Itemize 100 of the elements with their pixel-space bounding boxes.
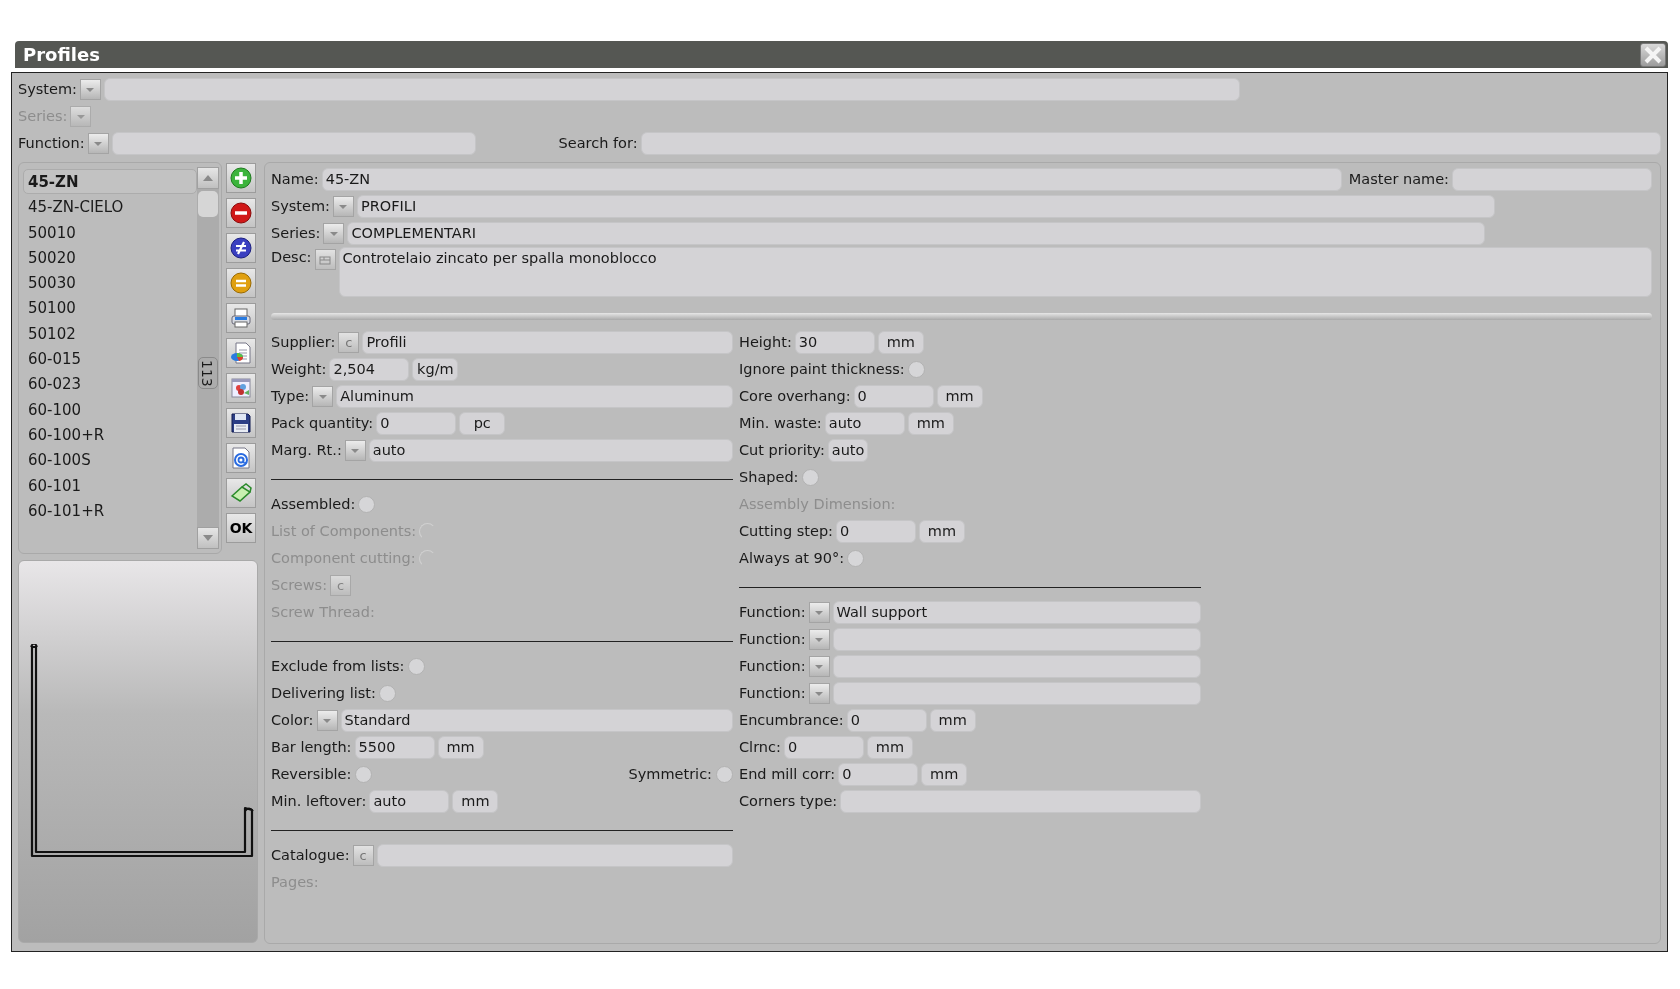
input-field[interactable]: 0 xyxy=(846,709,927,732)
remove-button[interactable] xyxy=(226,198,256,228)
field-label: Marg. Rt.: xyxy=(271,440,342,460)
list-item[interactable]: 60-101+R xyxy=(23,497,197,524)
input-field[interactable]: Standard xyxy=(340,709,733,732)
unit-label: mm xyxy=(929,709,976,732)
dropdown-button[interactable] xyxy=(808,602,830,623)
equal-button[interactable] xyxy=(226,268,256,298)
input-field[interactable] xyxy=(376,844,733,867)
description-field[interactable]: Controtelaio zincato per spalla monoblocco xyxy=(338,247,1652,297)
list-item[interactable]: 50020 xyxy=(23,244,197,271)
series-field[interactable]: COMPLEMENTARI xyxy=(347,222,1485,245)
list-item[interactable]: 60-101 xyxy=(23,472,197,498)
caret-icon xyxy=(76,113,86,120)
not-equal-button[interactable] xyxy=(226,233,256,263)
dropdown-button[interactable] xyxy=(808,683,830,704)
ok-button[interactable]: OK xyxy=(226,513,256,543)
input-field[interactable]: 0 xyxy=(376,412,457,435)
radio-button[interactable] xyxy=(407,658,425,675)
input-field[interactable]: 2,504 xyxy=(329,358,410,381)
input-field[interactable]: Wall support xyxy=(832,601,1201,624)
notes-button[interactable] xyxy=(314,249,336,270)
add-icon xyxy=(230,167,252,189)
radio-button[interactable] xyxy=(847,550,865,567)
dropdown-button[interactable] xyxy=(332,196,354,217)
input-field[interactable]: 0 xyxy=(853,385,934,408)
dropdown-button[interactable] xyxy=(70,106,92,127)
input-field[interactable]: Profili xyxy=(362,331,733,354)
master-name-field[interactable] xyxy=(1452,168,1652,191)
dropdown-button[interactable] xyxy=(808,629,830,650)
scroll-down-button[interactable] xyxy=(197,527,219,549)
list-item[interactable]: 60-023 xyxy=(23,371,197,397)
list-item[interactable]: 60-100+R xyxy=(23,421,197,448)
print-button[interactable] xyxy=(226,303,256,333)
system-field[interactable] xyxy=(103,78,1240,101)
mail-button[interactable] xyxy=(226,443,256,473)
radio-button[interactable] xyxy=(358,496,376,513)
field-label: End mill corr: xyxy=(739,764,836,784)
function-field[interactable] xyxy=(111,132,476,155)
caret-icon xyxy=(814,690,825,697)
remove-icon xyxy=(230,202,252,224)
caret-icon xyxy=(322,717,332,724)
dropdown-button[interactable] xyxy=(323,223,345,244)
field-label: System: xyxy=(271,196,330,216)
radio-button[interactable] xyxy=(355,766,373,783)
scroll-thumb[interactable] xyxy=(198,191,218,217)
preview-button[interactable] xyxy=(226,373,256,403)
edit-button[interactable] xyxy=(226,478,256,508)
dropdown-button[interactable] xyxy=(87,133,109,154)
unit-label: mm xyxy=(452,790,499,813)
save-button[interactable] xyxy=(226,408,256,438)
list-item[interactable]: 60-100 xyxy=(23,396,197,422)
dropdown-button[interactable] xyxy=(79,79,101,100)
radio-button[interactable] xyxy=(716,766,733,783)
field-label: Corners type: xyxy=(739,791,838,811)
search-field[interactable] xyxy=(640,132,1661,155)
input-field[interactable] xyxy=(840,790,1201,813)
input-field[interactable] xyxy=(832,655,1201,678)
input-field[interactable] xyxy=(832,628,1201,651)
input-field[interactable]: auto xyxy=(368,439,733,462)
document-image-icon xyxy=(230,377,252,399)
input-field[interactable]: auto xyxy=(369,790,450,813)
input-field[interactable]: auto xyxy=(824,412,905,435)
add-button[interactable] xyxy=(226,163,256,193)
field-label: Desc: xyxy=(271,248,312,267)
radio-button[interactable] xyxy=(378,685,396,702)
caret-icon xyxy=(329,230,339,237)
list-item[interactable]: 45-ZN xyxy=(23,169,197,195)
report-button[interactable] xyxy=(226,338,256,368)
list-item[interactable]: 60-015 xyxy=(23,346,197,372)
input-field[interactable]: 0 xyxy=(783,736,864,759)
splitter-bar[interactable] xyxy=(271,313,1652,320)
unit-label: mm xyxy=(437,736,484,759)
list-item[interactable]: 50010 xyxy=(23,219,197,245)
dropdown-button[interactable] xyxy=(316,710,338,731)
input-field[interactable]: 0 xyxy=(835,520,916,543)
list-item[interactable]: 45-ZN-CIELO xyxy=(23,194,197,220)
caret-icon xyxy=(814,663,825,670)
radio-button[interactable] xyxy=(801,469,819,486)
list-item[interactable]: 60-100S xyxy=(23,447,197,473)
list-item[interactable]: 50102 xyxy=(23,320,197,347)
input-field[interactable]: Aluminum xyxy=(336,385,733,408)
system-field[interactable]: PROFILI xyxy=(356,195,1495,218)
input-field[interactable]: 30 xyxy=(794,331,875,354)
dropdown-button[interactable] xyxy=(344,440,366,461)
list-item[interactable]: 50100 xyxy=(23,295,197,321)
dropdown-button[interactable] xyxy=(312,386,334,407)
radio-button[interactable] xyxy=(907,361,925,378)
input-field[interactable]: auto xyxy=(827,439,869,462)
scrollbar[interactable]: 113 xyxy=(197,167,219,549)
field-label: Function: xyxy=(739,602,806,622)
scroll-up-button[interactable] xyxy=(197,167,219,189)
caret-icon xyxy=(338,203,349,210)
input-field[interactable] xyxy=(832,682,1201,705)
name-field[interactable]: 45-ZN xyxy=(321,168,1342,191)
dropdown-button[interactable] xyxy=(808,656,830,677)
input-field[interactable]: 0 xyxy=(838,763,919,786)
close-button[interactable] xyxy=(1640,42,1666,67)
list-item[interactable]: 50030 xyxy=(23,270,197,296)
input-field[interactable]: 5500 xyxy=(354,736,435,759)
